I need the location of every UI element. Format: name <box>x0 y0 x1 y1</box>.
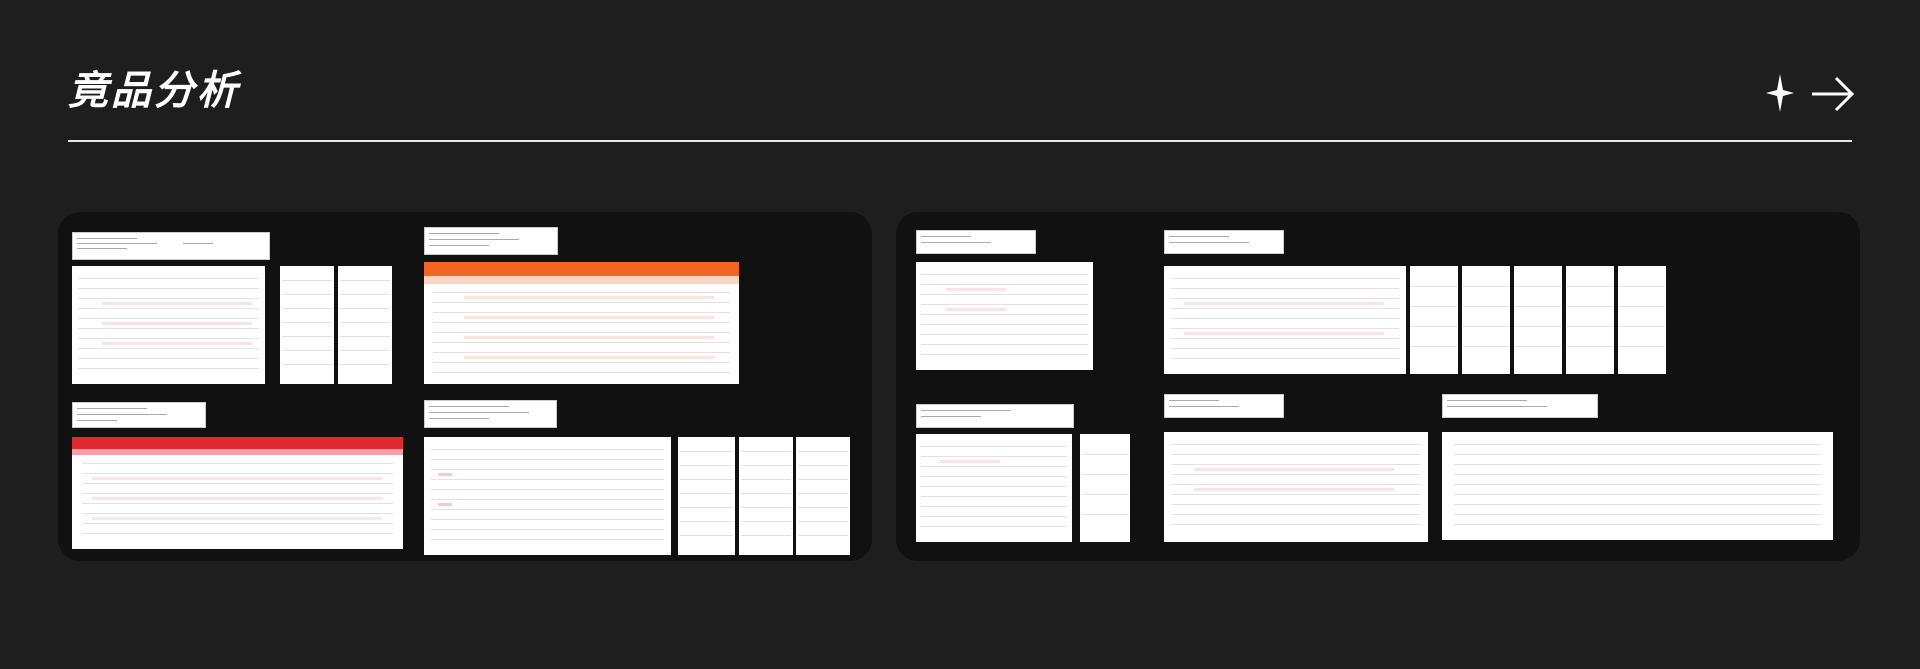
screenshot-table[interactable] <box>1164 266 1406 374</box>
screenshot-table[interactable] <box>1410 266 1458 374</box>
note-card <box>916 230 1036 254</box>
note-card <box>424 400 557 428</box>
screenshot-table[interactable] <box>678 437 735 555</box>
screenshot-table[interactable] <box>280 266 334 384</box>
screenshot-table[interactable] <box>916 434 1072 542</box>
screenshot-table[interactable] <box>1566 266 1614 374</box>
screenshot-table[interactable] <box>1462 266 1510 374</box>
screenshot-table[interactable] <box>796 437 850 555</box>
screenshot-table[interactable] <box>1514 266 1562 374</box>
screenshot-table[interactable] <box>424 437 671 555</box>
screenshot-table[interactable] <box>338 266 392 384</box>
note-card <box>1442 394 1598 418</box>
screenshot-table[interactable] <box>424 262 739 384</box>
note-card <box>424 227 558 255</box>
screenshot-table[interactable] <box>916 262 1093 370</box>
screenshot-table[interactable] <box>1442 432 1833 540</box>
screenshot-table[interactable] <box>72 266 265 384</box>
right-panel <box>896 212 1860 561</box>
note-card <box>1164 230 1284 254</box>
page-title: 竟品分析 <box>68 68 240 114</box>
note-card <box>1164 394 1284 418</box>
screenshot-table[interactable] <box>1080 434 1130 542</box>
screenshot-table[interactable] <box>72 437 403 549</box>
left-panel <box>58 212 872 561</box>
note-card <box>72 402 206 428</box>
note-card <box>72 232 270 260</box>
note-card <box>916 404 1074 428</box>
right-arrow-icon[interactable] <box>1808 70 1856 116</box>
sparkle-icon <box>1766 74 1794 112</box>
screenshot-table[interactable] <box>1618 266 1666 374</box>
screenshot-table[interactable] <box>739 437 793 555</box>
screenshot-table[interactable] <box>1164 432 1428 542</box>
title-divider <box>68 140 1852 142</box>
